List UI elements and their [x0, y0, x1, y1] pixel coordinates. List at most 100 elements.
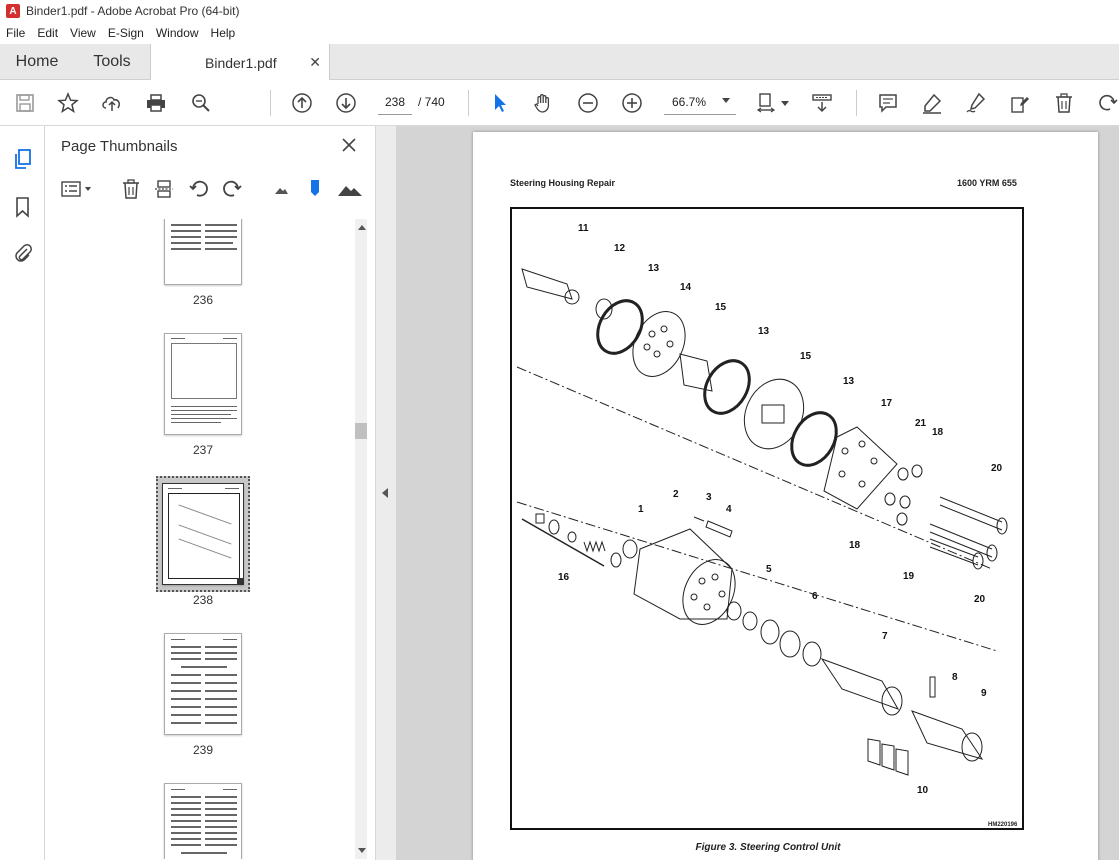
- previous-page-icon[interactable]: [290, 91, 314, 115]
- rotate-left-icon[interactable]: [188, 178, 210, 200]
- hand-tool-icon[interactable]: [531, 91, 555, 115]
- chevron-down-icon: [722, 98, 730, 103]
- thumbnail-label: 239: [192, 743, 214, 757]
- collapse-arrow-icon[interactable]: [382, 488, 388, 498]
- close-panel-icon[interactable]: [340, 136, 358, 154]
- menu-edit[interactable]: Edit: [31, 26, 64, 40]
- acrobat-app-icon: A: [6, 4, 20, 18]
- callout-13: 13: [843, 376, 855, 387]
- thumbnail-list[interactable]: 236 237 238 239: [56, 219, 356, 859]
- callout-3: 3: [706, 492, 712, 503]
- callout-18: 18: [932, 427, 944, 438]
- upload-cloud-icon[interactable]: [100, 91, 124, 115]
- save-icon[interactable]: [13, 91, 37, 115]
- zoom-out-icon[interactable]: [576, 91, 600, 115]
- figure-caption: Figure 3. Steering Control Unit: [695, 842, 841, 853]
- menu-bar: File Edit View E-Sign Window Help: [0, 22, 1119, 44]
- bookmark-star-icon[interactable]: [56, 91, 80, 115]
- bookmarks-icon[interactable]: [12, 196, 34, 218]
- rotate-icon[interactable]: [1095, 91, 1119, 115]
- zoom-select[interactable]: 66.7%: [664, 89, 736, 115]
- delete-pages-icon[interactable]: [120, 178, 142, 200]
- callout-9: 9: [981, 688, 987, 699]
- tab-home[interactable]: Home: [0, 44, 74, 80]
- page-thumbnail[interactable]: [164, 333, 242, 435]
- figure-id: HM220196: [988, 822, 1018, 828]
- callout-7: 7: [882, 631, 888, 642]
- select-cursor-icon[interactable]: [488, 91, 512, 115]
- page-number-input[interactable]: 238: [378, 89, 412, 115]
- comment-icon[interactable]: [876, 91, 900, 115]
- thumbnails-panel: Page Thumbnails 236 237 238 239: [46, 126, 376, 860]
- callout-5: 5: [766, 564, 772, 575]
- thumbnail-size-slider[interactable]: [304, 178, 326, 200]
- callout-10: 10: [917, 785, 929, 796]
- document-viewer[interactable]: Steering Housing Repair 1600 YRM 655 11 …: [396, 126, 1119, 860]
- find-zoom-icon[interactable]: [189, 91, 213, 115]
- toolbar-separator: [270, 90, 271, 116]
- callout-12: 12: [614, 243, 626, 254]
- thumbnail-label: 237: [192, 443, 214, 457]
- main-toolbar: [0, 80, 1119, 126]
- callout-4: 4: [726, 504, 732, 515]
- pdf-page: Steering Housing Repair 1600 YRM 655 11 …: [473, 132, 1098, 860]
- menu-esign[interactable]: E-Sign: [102, 26, 150, 40]
- tab-tools[interactable]: Tools: [74, 44, 150, 80]
- page-fit-dropdown-icon[interactable]: [780, 91, 790, 115]
- panel-collapse-splitter[interactable]: [376, 126, 396, 860]
- scrollbar-thumb[interactable]: [355, 423, 367, 439]
- figure-frame: 11 12 13 14 15 13 15 13 17 21 18 20 2 3 …: [510, 207, 1024, 830]
- menu-help[interactable]: Help: [205, 26, 242, 40]
- callout-20: 20: [991, 463, 1003, 474]
- scroll-down-icon[interactable]: [358, 848, 366, 853]
- scroll-mode-icon[interactable]: [810, 91, 834, 115]
- callout-16: 16: [558, 572, 570, 583]
- callout-13: 13: [648, 263, 660, 274]
- page-thumbnail[interactable]: [164, 633, 242, 735]
- page-thumbnail-selected[interactable]: [162, 483, 244, 585]
- thumbnail-large-icon[interactable]: [336, 178, 364, 200]
- toolbar-separator: [856, 90, 857, 116]
- navigation-rail: [0, 126, 45, 860]
- callout-20: 20: [974, 594, 986, 605]
- page-thumbnail[interactable]: [164, 219, 242, 285]
- menu-file[interactable]: File: [0, 26, 31, 40]
- sign-pen-icon[interactable]: [964, 91, 988, 115]
- callout-6: 6: [812, 591, 818, 602]
- page-fit-icon[interactable]: [755, 91, 779, 115]
- zoom-in-icon[interactable]: [620, 91, 644, 115]
- tab-document-label: Binder1.pdf: [205, 54, 277, 71]
- extract-pages-icon[interactable]: [153, 178, 175, 200]
- callout-2: 2: [673, 489, 679, 500]
- exploded-diagram: 11 12 13 14 15 13 15 13 17 21 18 20 2 3 …: [516, 223, 1008, 796]
- tab-document[interactable]: Binder1.pdf ✕: [150, 44, 330, 81]
- thumbnail-small-icon[interactable]: [270, 178, 292, 200]
- page-thumbnail[interactable]: [164, 783, 242, 859]
- callout-14: 14: [680, 282, 692, 293]
- page-total: / 740: [418, 95, 445, 109]
- callout-18: 18: [849, 540, 861, 551]
- next-page-icon[interactable]: [334, 91, 358, 115]
- print-icon[interactable]: [144, 91, 168, 115]
- scroll-up-icon[interactable]: [358, 225, 366, 230]
- menu-window[interactable]: Window: [150, 26, 205, 40]
- close-tab-icon[interactable]: ✕: [309, 54, 321, 71]
- toolbar-separator: [468, 90, 469, 116]
- highlight-pen-icon[interactable]: [920, 91, 944, 115]
- window-title: Binder1.pdf - Adobe Acrobat Pro (64-bit): [26, 4, 240, 18]
- zoom-value: 66.7%: [672, 94, 707, 109]
- callout-13: 13: [758, 326, 770, 337]
- thumbnail-options-icon[interactable]: [60, 178, 94, 200]
- edit-pdf-icon[interactable]: [1008, 91, 1032, 115]
- callout-17: 17: [881, 398, 893, 409]
- thumbnail-label: 236: [192, 293, 214, 307]
- delete-page-icon[interactable]: [1052, 91, 1076, 115]
- callout-15: 15: [715, 302, 727, 313]
- thumbnail-scrollbar[interactable]: [355, 219, 367, 859]
- panel-title: Page Thumbnails: [61, 138, 178, 155]
- rotate-right-icon[interactable]: [221, 178, 243, 200]
- page-thumbnails-icon[interactable]: [12, 148, 34, 170]
- menu-view[interactable]: View: [64, 26, 102, 40]
- attachments-icon[interactable]: [12, 242, 34, 264]
- callout-15: 15: [800, 351, 812, 362]
